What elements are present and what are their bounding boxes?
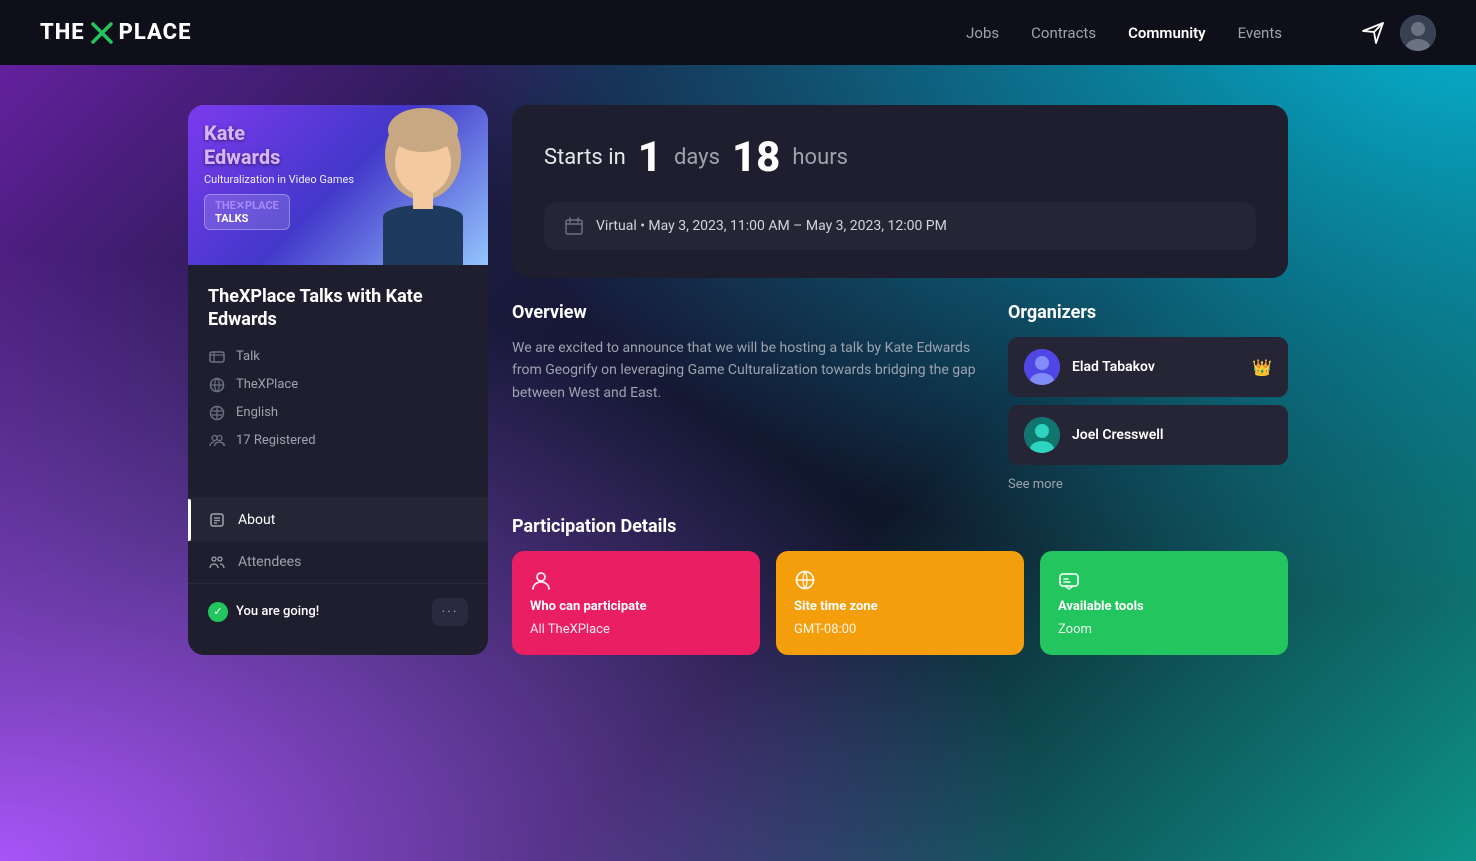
sidebar-nav-about[interactable]: About	[188, 499, 488, 541]
meta-lang: English	[208, 404, 468, 422]
overview-title: Overview	[512, 302, 984, 323]
about-label: About	[238, 512, 275, 528]
participation-title: Participation Details	[512, 516, 1288, 537]
timezone-title: Site time zone	[794, 599, 1006, 614]
days-label: days	[674, 145, 720, 170]
check-icon: ✓	[208, 602, 228, 622]
see-more-link[interactable]: See more	[1008, 477, 1063, 492]
user-avatar[interactable]	[1400, 15, 1436, 51]
org-icon	[208, 376, 226, 394]
person-illustration	[358, 105, 488, 265]
organizer-joel-avatar	[1024, 417, 1060, 453]
speaker-name: Kate Edwards	[204, 121, 354, 169]
days-number: 1	[638, 133, 662, 182]
who-title: Who can participate	[530, 599, 742, 614]
who-icon	[530, 569, 742, 591]
main-wrapper: Kate Edwards Culturalization in Video Ga…	[0, 65, 1476, 695]
participation-section: Participation Details Who can participat…	[512, 516, 1288, 655]
content-container: Kate Edwards Culturalization in Video Ga…	[188, 105, 1288, 655]
event-title: TheXPlace Talks with Kate Edwards	[208, 285, 468, 332]
hours-label: hours	[792, 145, 848, 170]
organizer-elad-name: Elad Tabakov	[1072, 359, 1240, 375]
nav-links: Jobs Contracts Community Events	[966, 24, 1282, 42]
sidebar-content: TheXPlace Talks with Kate Edwards Talk	[188, 265, 488, 490]
meta-registered-label: 17 Registered	[236, 433, 316, 448]
attendees-icon	[208, 553, 226, 571]
event-subtitle: Culturalization in Video Games	[204, 173, 354, 186]
organizer-elad-avatar	[1024, 349, 1060, 385]
nav-contracts[interactable]: Contracts	[1031, 24, 1096, 42]
logo-x-icon	[89, 20, 115, 46]
organizer-joel-name: Joel Cresswell	[1072, 427, 1272, 443]
meta-org-label: TheXPlace	[236, 377, 298, 392]
event-sidebar: Kate Edwards Culturalization in Video Ga…	[188, 105, 488, 655]
event-time-text: Virtual • May 3, 2023, 11:00 AM – May 3,…	[596, 218, 947, 234]
countdown-row: Starts in 1 days 18 hours	[544, 133, 1256, 182]
organizers-title: Organizers	[1008, 302, 1288, 323]
timezone-icon	[794, 569, 1006, 591]
tools-title: Available tools	[1058, 599, 1270, 614]
part-card-tools: Available tools Zoom	[1040, 551, 1288, 655]
overview-text: We are excited to announce that we will …	[512, 337, 984, 404]
people-icon	[208, 432, 226, 450]
hours-number: 18	[732, 133, 780, 182]
organizer-elad[interactable]: Elad Tabakov 👑	[1008, 337, 1288, 397]
event-meta: Talk TheXPlace	[208, 348, 468, 450]
tag-icon	[208, 348, 226, 366]
sidebar-nav-attendees[interactable]: Attendees	[188, 541, 488, 583]
attendees-label: Attendees	[238, 554, 301, 570]
navbar: THE PLACE Jobs Contracts Community Event…	[0, 0, 1476, 65]
meta-type-label: Talk	[236, 349, 260, 364]
send-icon[interactable]	[1362, 22, 1384, 44]
timezone-value: GMT-08:00	[794, 622, 1006, 637]
sidebar-footer: ✓ You are going! ···	[188, 583, 488, 640]
nav-community[interactable]: Community	[1128, 24, 1206, 42]
organizer-joel[interactable]: Joel Cresswell	[1008, 405, 1288, 465]
tools-icon	[1058, 569, 1270, 591]
event-image: Kate Edwards Culturalization in Video Ga…	[188, 105, 488, 265]
organizers-section: Organizers Elad Tabakov 👑	[1008, 302, 1288, 492]
part-card-timezone: Site time zone GMT-08:00	[776, 551, 1024, 655]
meta-lang-label: English	[236, 405, 278, 420]
calendar-icon	[564, 216, 584, 236]
nav-jobs[interactable]: Jobs	[966, 24, 999, 42]
about-icon	[208, 511, 226, 529]
sidebar-nav: About Attendees	[188, 498, 488, 583]
crown-icon: 👑	[1252, 358, 1272, 377]
going-label: You are going!	[236, 604, 319, 619]
countdown-card: Starts in 1 days 18 hours	[512, 105, 1288, 278]
event-text-overlay: Kate Edwards Culturalization in Video Ga…	[204, 121, 354, 230]
logo[interactable]: THE PLACE	[40, 20, 191, 46]
more-button[interactable]: ···	[432, 598, 468, 626]
event-time-row: Virtual • May 3, 2023, 11:00 AM – May 3,…	[544, 202, 1256, 250]
meta-registered: 17 Registered	[208, 432, 468, 450]
meta-org: TheXPlace	[208, 376, 468, 394]
part-card-who: Who can participate All TheXPlace	[512, 551, 760, 655]
two-col-section: Overview We are excited to announce that…	[512, 302, 1288, 492]
participation-cards: Who can participate All TheXPlace Site t…	[512, 551, 1288, 655]
main-content: Starts in 1 days 18 hours	[512, 105, 1288, 655]
going-badge: ✓ You are going!	[208, 602, 319, 622]
meta-type: Talk	[208, 348, 468, 366]
nav-events[interactable]: Events	[1238, 24, 1282, 42]
talks-badge: THE✕PLACE TALKS	[204, 194, 290, 230]
starts-in-label: Starts in	[544, 145, 626, 170]
logo-suffix: PLACE	[119, 20, 192, 45]
tools-value: Zoom	[1058, 622, 1270, 637]
nav-actions	[1362, 15, 1436, 51]
who-value: All TheXPlace	[530, 622, 742, 637]
lang-icon	[208, 404, 226, 422]
logo-prefix: THE	[40, 20, 85, 45]
overview-section: Overview We are excited to announce that…	[512, 302, 984, 492]
